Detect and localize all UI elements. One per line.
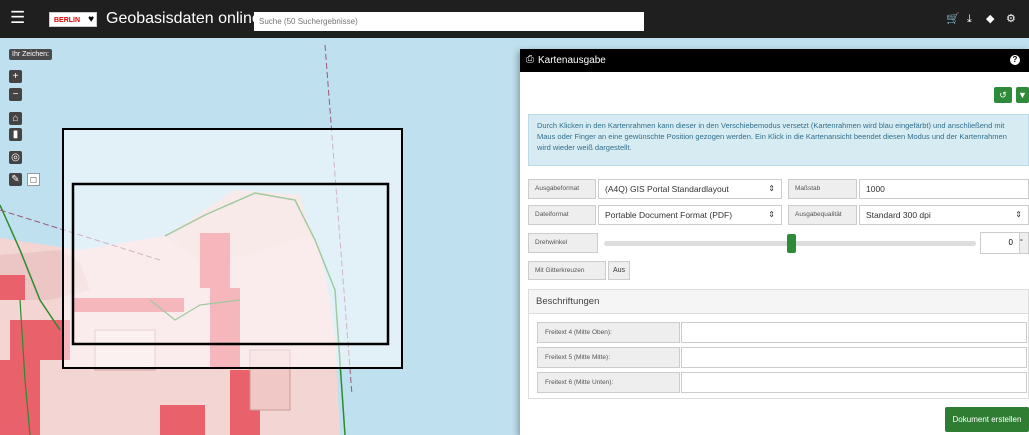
draw-tools-label: Ihr Zeichen: (9, 49, 52, 60)
print-icon: ⎙ (526, 54, 534, 65)
home-icon: ⌂ (12, 113, 19, 124)
map-building (0, 360, 40, 435)
info-box: Durch Klicken in den Kartenrahmen kann d… (528, 114, 1029, 166)
caption-input-4[interactable] (681, 322, 1027, 343)
bookmark-icon: ▮ (12, 129, 19, 140)
pin-icon: ▼ (1018, 90, 1027, 100)
format-label: Ausgabeformat (528, 179, 596, 199)
format-value: (A4Q) GIS Portal Standardlayout (605, 184, 729, 194)
zoom-in-button[interactable]: + (9, 70, 22, 83)
tools-icon[interactable]: ⚙ (1006, 12, 1016, 26)
filetype-label: Dateiformat (528, 205, 596, 225)
quality-select[interactable]: Standard 300 dpi ⇕ (859, 205, 1029, 225)
rotation-unit: ° (1020, 232, 1029, 254)
caption-label: Freitext 4 (Mitte Oben): (537, 322, 680, 343)
help-icon[interactable]: ? (1010, 55, 1020, 65)
create-document-button[interactable]: Dokument erstellen (945, 407, 1029, 432)
map-building (10, 320, 70, 360)
home-button[interactable]: ⌂ (9, 112, 22, 125)
rotation-slider-handle[interactable] (787, 234, 796, 253)
text-tool-button[interactable]: ☐ (27, 173, 40, 186)
refresh-icon: ↺ (999, 90, 1007, 100)
rotation-label: Drehwinkel (528, 233, 598, 253)
zoom-out-button[interactable]: − (9, 88, 22, 101)
bear-icon: ♥ (88, 14, 94, 25)
caption-label: Freitext 5 (Mitte Mitte): (537, 347, 680, 368)
caption-input-6[interactable] (681, 372, 1027, 393)
select-caret-icon: ⇕ (1015, 210, 1022, 219)
filetype-select[interactable]: Portable Document Format (PDF) ⇕ (598, 205, 782, 225)
download-icon[interactable]: ⤓ (967, 12, 972, 26)
scale-value: 1000 (866, 184, 885, 194)
menu-icon[interactable]: ☰ (10, 9, 28, 27)
captions-section: Beschriftungen Freitext 4 (Mitte Oben): … (528, 289, 1029, 399)
caption-label: Freitext 6 (Mitte Unten): (537, 372, 680, 393)
quality-value: Standard 300 dpi (866, 210, 931, 220)
print-frame-outer[interactable] (62, 128, 403, 369)
map-building (160, 405, 205, 435)
reset-button[interactable]: ↺ (994, 87, 1012, 103)
select-caret-icon: ⇕ (768, 210, 775, 219)
bookmark-button[interactable]: ▮ (9, 128, 22, 141)
print-panel: ⎙ Kartenausgabe ? ↺ ▼ Durch Klicken in d… (520, 49, 1029, 435)
pen-icon: ✎ (11, 174, 20, 185)
top-bar: ☰ BERLIN ♥ Geobasisdaten online 🛒 ⤓ ◆ ⚙ (0, 0, 1029, 38)
grid-label: Mit Gitterkreuzen (528, 261, 606, 280)
pin-button[interactable]: ▼ (1016, 87, 1029, 103)
scale-label: Maßstab (788, 179, 857, 199)
map-building (0, 275, 25, 300)
quality-label: Ausgabequalität (788, 205, 857, 225)
select-caret-icon: ⇕ (768, 184, 775, 193)
search-input[interactable] (254, 12, 644, 31)
caption-input-5[interactable] (681, 347, 1027, 368)
layers-icon[interactable]: ◆ (986, 12, 994, 26)
filetype-value: Portable Document Format (PDF) (605, 210, 733, 220)
logo-text: BERLIN (54, 17, 81, 24)
captions-heading: Beschriftungen (529, 290, 1028, 314)
rotation-value: 0 (1008, 238, 1013, 247)
cart-icon[interactable]: 🛒 (946, 12, 960, 26)
panel-title: Kartenausgabe (538, 55, 606, 66)
rotation-input[interactable]: 0 (980, 232, 1020, 254)
grid-toggle-button[interactable]: Aus (608, 261, 630, 280)
panel-header: ⎙ Kartenausgabe ? (520, 49, 1029, 72)
target-icon: ◎ (11, 152, 20, 163)
locate-button[interactable]: ◎ (9, 151, 22, 164)
draw-button[interactable]: ✎ (9, 173, 22, 186)
scale-input[interactable]: 1000 (859, 179, 1029, 199)
format-select[interactable]: (A4Q) GIS Portal Standardlayout ⇕ (598, 179, 782, 199)
berlin-logo: BERLIN ♥ (49, 12, 97, 27)
app-title: Geobasisdaten online (106, 10, 261, 27)
